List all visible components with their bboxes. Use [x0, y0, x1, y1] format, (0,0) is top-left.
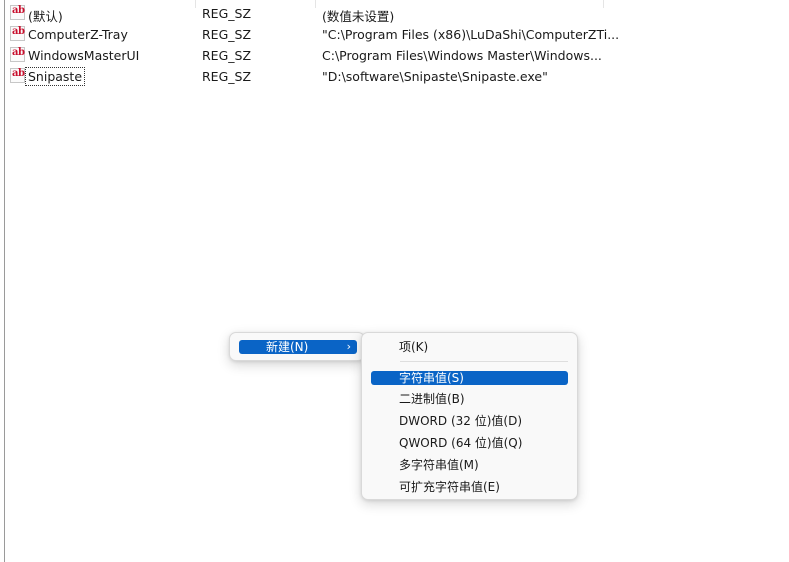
value-type: REG_SZ [202, 69, 252, 84]
menu-item-multi-string-value[interactable]: 多字符串值(M) [371, 458, 568, 472]
value-name: WindowsMasterUI [28, 48, 140, 63]
menu-separator [400, 361, 568, 362]
menu-item-key-label: 项(K) [399, 340, 429, 354]
menu-item-key[interactable]: 项(K) [371, 340, 568, 354]
menu-item-string-value-label: 字符串值(S) [399, 371, 464, 385]
menu-item-dword-value[interactable]: DWORD (32 位)值(D) [371, 414, 568, 428]
registry-value-row[interactable]: ab ComputerZ-Tray REG_SZ "C:\Program Fil… [8, 25, 708, 44]
context-menu: 新建(N) › [229, 332, 365, 361]
menu-item-dword-value-label: DWORD (32 位)值(D) [399, 414, 522, 428]
string-value-icon: ab [10, 47, 25, 62]
menu-item-multi-string-value-label: 多字符串值(M) [399, 458, 479, 472]
value-type: REG_SZ [202, 27, 252, 42]
menu-item-binary-value[interactable]: 二进制值(B) [371, 392, 568, 406]
menu-item-qword-value[interactable]: QWORD (64 位)值(Q) [371, 436, 568, 450]
value-data: C:\Program Files\Windows Master\Windows.… [322, 48, 602, 63]
registry-value-row[interactable]: ab (默认) REG_SZ (数值未设置) [8, 4, 708, 24]
value-name: ComputerZ-Tray [28, 27, 128, 42]
menu-item-new[interactable]: 新建(N) › [239, 340, 357, 354]
registry-value-row-focused[interactable]: ab Snipaste REG_SZ "D:\software\Snipaste… [8, 67, 708, 86]
value-data: "D:\software\Snipaste\Snipaste.exe" [322, 69, 548, 84]
chevron-right-icon: › [346, 340, 351, 353]
value-data: "C:\Program Files (x86)\LuDaShi\Computer… [322, 27, 620, 42]
value-name: Snipaste [24, 67, 86, 86]
menu-item-string-value[interactable]: 字符串值(S) [371, 371, 568, 385]
value-data: (数值未设置) [322, 9, 395, 24]
string-value-icon: ab [10, 26, 25, 41]
menu-item-qword-value-label: QWORD (64 位)值(Q) [399, 436, 523, 450]
value-type: REG_SZ [202, 48, 252, 63]
string-value-icon: ab [10, 5, 25, 20]
menu-item-expandable-string-value[interactable]: 可扩充字符串值(E) [371, 480, 568, 494]
menu-item-expandable-string-value-label: 可扩充字符串值(E) [399, 480, 500, 494]
menu-item-binary-value-label: 二进制值(B) [399, 392, 465, 406]
value-name: (默认) [28, 9, 63, 24]
new-submenu: 项(K) 字符串值(S) 二进制值(B) DWORD (32 位)值(D) QW… [361, 332, 578, 500]
string-value-icon: ab [10, 68, 25, 83]
pane-left-border [4, 0, 5, 562]
value-type: REG_SZ [202, 6, 252, 21]
registry-value-row[interactable]: ab WindowsMasterUI REG_SZ C:\Program Fil… [8, 46, 708, 65]
menu-item-new-label: 新建(N) [266, 340, 309, 354]
